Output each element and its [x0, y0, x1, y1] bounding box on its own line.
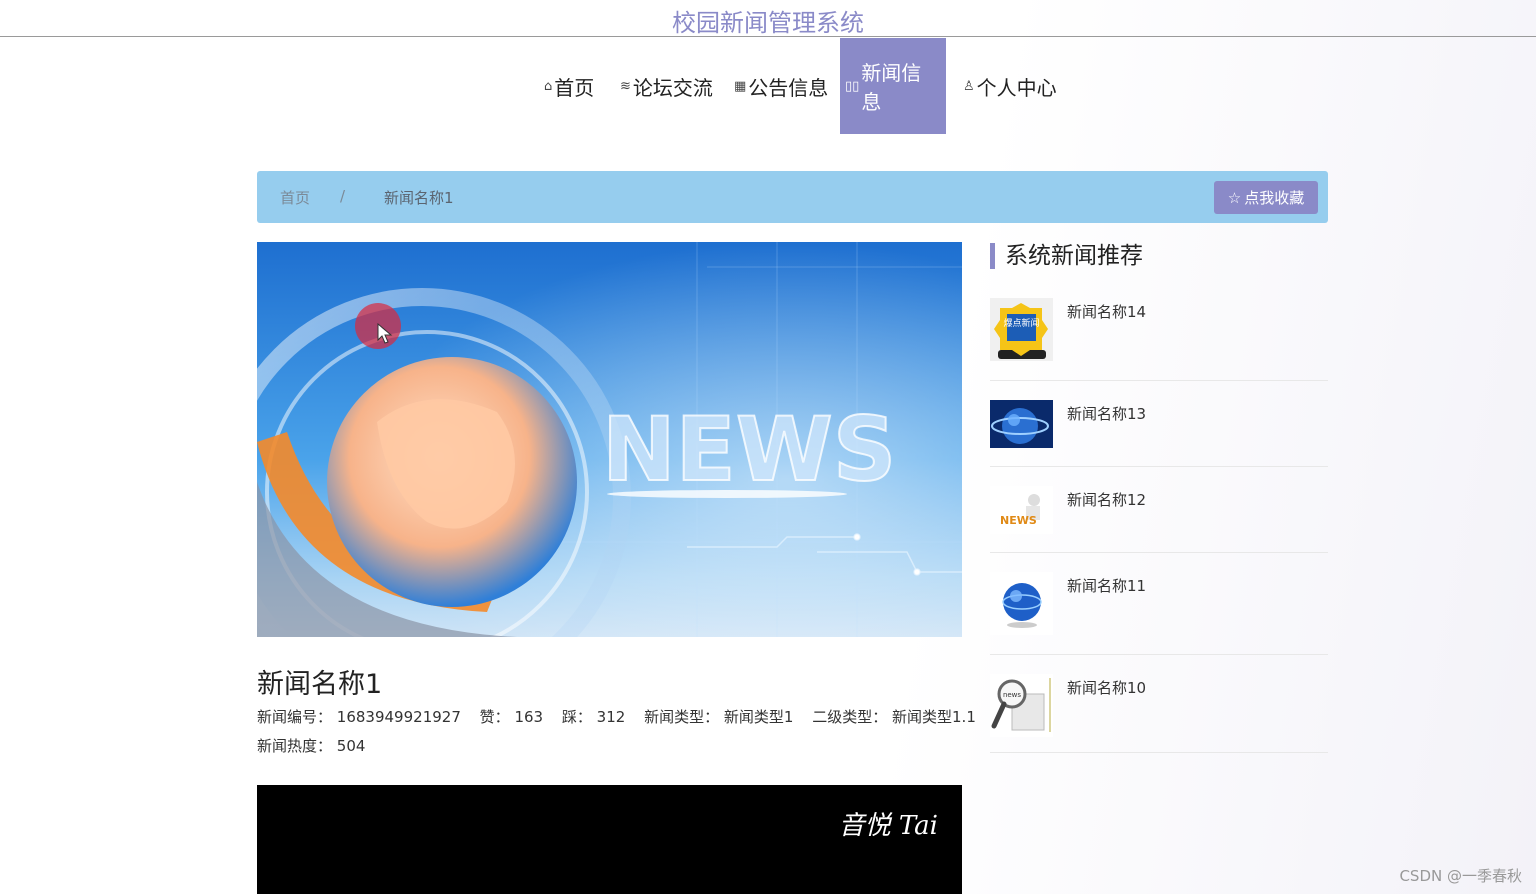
sidebar-news-title: 新闻名称12: [1067, 491, 1147, 509]
thumb-text: news: [1003, 691, 1021, 699]
thumb-text: NEWS: [1000, 514, 1037, 527]
nav-item-label: 论坛交流: [632, 75, 713, 100]
breadcrumb-home-link[interactable]: 首页: [280, 187, 310, 208]
sidebar-news-title: 新闻名称14: [1067, 303, 1147, 321]
star-icon: ☆: [1227, 188, 1242, 207]
nav-item-home[interactable]: ⌂ 首页: [544, 38, 594, 134]
news-icon: ▯▯: [845, 78, 860, 94]
forum-icon: ≋: [620, 78, 631, 94]
meta-value: 新闻类型1.1: [892, 708, 976, 726]
cursor-arrow-icon: [377, 323, 393, 344]
video-watermark: 音悦 Tai: [838, 811, 938, 841]
breadcrumb-separator: /: [340, 187, 346, 205]
news-thumbnail: news: [990, 674, 1053, 737]
nav-item-label: 首页: [554, 75, 595, 100]
news-hero-image: NEWS: [257, 242, 962, 637]
site-title: 校园新闻管理系统: [672, 9, 864, 37]
article-heat: 新闻热度： 504: [257, 735, 379, 756]
meta-key: 新闻类型：: [644, 708, 720, 726]
news-thumbnail: [990, 400, 1053, 448]
meta-value: 1683949921927: [336, 708, 461, 726]
breadcrumb: 首页 / 新闻名称1 ☆ 点我收藏: [257, 171, 1328, 223]
sidebar-news-title: 新闻名称11: [1067, 577, 1147, 595]
article-title: 新闻名称1: [257, 669, 383, 700]
nav-item-news[interactable]: ▯▯ 新闻信息: [840, 38, 946, 134]
sidebar-news-item[interactable]: 爆点新闻 新闻名称14: [990, 298, 1328, 381]
hero-news-text: NEWS: [602, 398, 896, 501]
nav-item-forum[interactable]: ≋ 论坛交流: [620, 38, 713, 134]
nav-item-label: 公告信息: [748, 75, 829, 100]
sidebar-news-item[interactable]: news 新闻名称10: [990, 674, 1328, 753]
nav-item-profile[interactable]: ♙ 个人中心: [963, 38, 1057, 134]
sidebar-title: 系统新闻推荐: [990, 243, 1143, 269]
site-header: 校园新闻管理系统: [0, 0, 1536, 37]
breadcrumb-current: 新闻名称1: [384, 189, 454, 207]
meta-value: 163: [514, 708, 544, 726]
meta-key: 赞：: [479, 708, 510, 726]
user-icon: ♙: [963, 78, 975, 94]
news-video-player[interactable]: 音悦 Tai: [257, 785, 962, 894]
thumb-text: 爆点新闻: [1003, 317, 1039, 329]
sidebar-news-title: 新闻名称13: [1067, 405, 1147, 423]
main-nav: ⌂ 首页 ≋ 论坛交流 ▦ 公告信息 ▯▯ 新闻信息 ♙ 个人中心: [0, 38, 1536, 134]
sidebar-news-item[interactable]: NEWS 新闻名称12: [990, 486, 1328, 553]
meta-value: 504: [336, 737, 366, 755]
csdn-watermark: CSDN @一季春秋: [1399, 867, 1522, 885]
meta-key: 新闻编号：: [257, 708, 333, 726]
nav-item-label: 新闻信息: [861, 61, 922, 114]
meta-key: 二级类型：: [812, 708, 888, 726]
sidebar-news-item[interactable]: 新闻名称13: [990, 400, 1328, 467]
meta-value: 312: [596, 708, 626, 726]
news-globe-illustration: NEWS: [257, 242, 962, 637]
announcement-icon: ▦: [734, 78, 747, 94]
sidebar-news-title: 新闻名称10: [1067, 679, 1147, 697]
article-meta: 新闻编号： 1683949921927 赞： 163 踩： 312 新闻类型： …: [257, 706, 976, 727]
meta-key: 踩：: [561, 708, 592, 726]
news-thumbnail: [990, 572, 1053, 635]
nav-item-announcement[interactable]: ▦ 公告信息: [734, 38, 828, 134]
sidebar-news-item[interactable]: 新闻名称11: [990, 572, 1328, 655]
meta-key: 新闻热度：: [257, 737, 333, 755]
favorite-button[interactable]: ☆ 点我收藏: [1214, 181, 1318, 214]
home-icon: ⌂: [544, 78, 553, 94]
meta-value: 新闻类型1: [723, 708, 794, 726]
favorite-button-label: 点我收藏: [1244, 189, 1305, 207]
news-thumbnail: 爆点新闻: [990, 298, 1053, 361]
nav-item-label: 个人中心: [976, 75, 1057, 100]
news-thumbnail: NEWS: [990, 486, 1053, 534]
